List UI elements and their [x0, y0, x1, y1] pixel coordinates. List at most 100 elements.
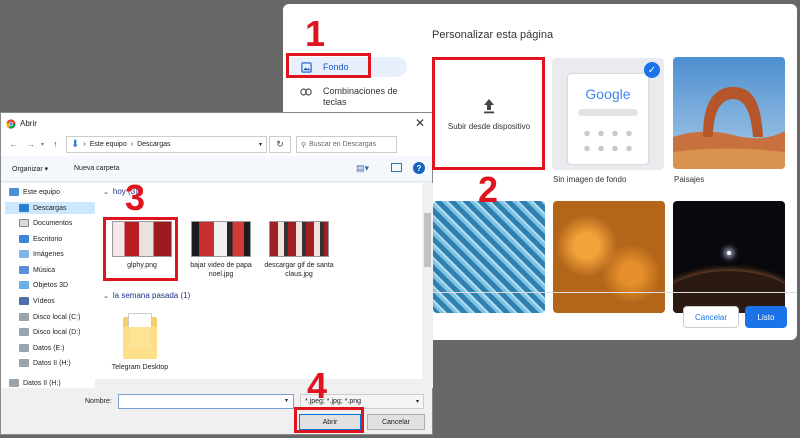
group-label: la semana pasada (1) [112, 291, 191, 300]
dialog-bottom-bar: Nombre: ▾ *.jpeg; *.jpg; *.png ▾ Abrir C… [1, 388, 432, 434]
chrome-icon [6, 118, 16, 129]
tree-item-disco-c[interactable]: Disco local (C:) [19, 313, 80, 321]
landscapes-tile[interactable] [673, 57, 785, 169]
space-tile[interactable] [673, 201, 785, 313]
group-header-semana-pasada[interactable]: ⌄ la semana pasada (1) [103, 291, 190, 300]
view-options-icon[interactable]: ▤▾ [356, 163, 369, 174]
google-logo: Google [585, 86, 631, 102]
back-icon[interactable]: ← [9, 139, 18, 149]
music-icon [19, 266, 29, 274]
close-icon[interactable]: ✕ [415, 116, 425, 130]
tree-item-descargas[interactable]: Descargas [19, 204, 66, 212]
architecture-tile[interactable] [433, 201, 545, 313]
landscape-image [673, 57, 785, 169]
step-number-3: 3 [125, 177, 146, 218]
tree-item-disco-d[interactable]: Disco local (D:) [19, 328, 80, 336]
desktop-icon [19, 235, 29, 243]
drive-icon [19, 344, 29, 352]
file-name: bajar video de papa noel.jpg [190, 262, 252, 278]
google-preview: Google [568, 74, 648, 164]
done-button[interactable]: Listo [745, 306, 787, 328]
tree-item-escritorio[interactable]: Escritorio [19, 235, 62, 243]
folder-icon [123, 313, 157, 359]
cancel-button[interactable]: Cancelar [367, 414, 425, 430]
chevron-down-icon[interactable]: ▾ [41, 141, 44, 148]
link-icon [299, 88, 313, 96]
file-item-telegram[interactable]: Telegram Desktop [105, 313, 175, 372]
file-name: Telegram Desktop [111, 364, 169, 371]
drive-icon [19, 328, 29, 336]
tree-item-videos[interactable]: Vídeos [19, 297, 55, 305]
scrollbar-thumb[interactable] [424, 213, 431, 267]
chevron-down-icon: ▾ [415, 399, 419, 405]
highlight-upload [432, 57, 545, 170]
document-icon [19, 219, 29, 227]
tree-item-musica[interactable]: Música [19, 266, 55, 274]
forward-icon[interactable]: → [26, 139, 35, 149]
help-icon[interactable]: ? [413, 162, 425, 174]
refresh-button[interactable]: ↻ [269, 136, 291, 153]
chevron-down-icon[interactable]: ▾ [285, 397, 288, 404]
3d-objects-icon [19, 281, 29, 289]
tree-label: Objetos 3D [33, 281, 69, 289]
toolbar: Organizar ▾ Nueva carpeta ▤▾ ? [1, 156, 432, 182]
star [727, 251, 731, 255]
filename-input[interactable] [118, 394, 294, 409]
refresh-icon: ↻ [276, 139, 284, 149]
open-file-dialog: Abrir ✕ ← → ▾ ↑ ⬇ › Este equipo › Descar… [0, 112, 433, 435]
horizontal-scrollbar[interactable] [95, 379, 422, 388]
pictures-icon [19, 250, 29, 258]
tree-label: Este equipo [23, 188, 60, 196]
navigation-pane: Este equipo Descargas Documentos Escrito… [1, 183, 95, 388]
file-item-descargar-gif[interactable]: descargar gif de santa claus.jpg [264, 221, 334, 279]
breadcrumb-este-equipo[interactable]: Este equipo [90, 141, 127, 148]
tree-item-datos-h-root[interactable]: Datos II (H:) [9, 379, 61, 387]
sidebar-item-label: Combinaciones de teclas [323, 86, 398, 107]
tree-item-datos-h[interactable]: Datos II (H:) [19, 359, 71, 367]
download-icon [19, 204, 29, 212]
texture-tile[interactable] [553, 201, 665, 313]
no-background-tile[interactable]: Google ✓ [552, 58, 664, 170]
navigation-bar: ← → ▾ ↑ ⬇ › Este equipo › Descargas ▾ ↻ … [1, 134, 432, 156]
tree-item-datos-e[interactable]: Datos (E:) [19, 344, 65, 352]
tree-item-este-equipo[interactable]: Este equipo [9, 188, 60, 196]
sidebar-item-combinaciones[interactable]: Combinaciones de teclas [291, 86, 407, 112]
tree-item-imagenes[interactable]: Imágenes [19, 250, 64, 258]
tree-label: Música [33, 266, 56, 274]
dialog-titlebar: Abrir ✕ [1, 113, 432, 134]
tree-label: Vídeos [33, 297, 55, 305]
breadcrumb-separator: › [130, 141, 134, 148]
highlight-open-button [294, 407, 364, 433]
file-thumbnail [269, 221, 329, 257]
drive-icon [19, 313, 29, 321]
tree-label: Datos II (H:) [33, 359, 71, 367]
chevron-down-icon: ⌄ [103, 188, 109, 196]
tree-item-documentos[interactable]: Documentos [19, 219, 72, 227]
address-bar[interactable]: ⬇ › Este equipo › Descargas ▾ [66, 136, 267, 153]
computer-icon [9, 188, 19, 196]
check-icon: ✓ [644, 62, 660, 78]
dialog-title: Personalizar esta página [432, 29, 554, 41]
search-icon: ⚲ [301, 141, 307, 149]
tree-label: Datos II (H:) [23, 379, 61, 387]
vertical-scrollbar[interactable] [422, 183, 433, 388]
tree-label: Disco local (C:) [33, 313, 81, 321]
tree-label: Documentos [33, 219, 73, 227]
up-icon[interactable]: ↑ [53, 139, 58, 149]
filename-label: Nombre: [85, 398, 112, 405]
search-placeholder: Buscar en Descargas [309, 141, 377, 148]
chevron-down-icon[interactable]: ▾ [259, 141, 262, 148]
highlight-fondo [286, 53, 371, 78]
step-number-4: 4 [307, 365, 328, 406]
file-item-bajar-video[interactable]: bajar video de papa noel.jpg [186, 221, 256, 279]
organize-button[interactable]: Organizar ▾ [12, 165, 48, 173]
breadcrumb-descargas[interactable]: Descargas [137, 141, 170, 148]
new-folder-button[interactable]: Nueva carpeta [74, 165, 120, 172]
tree-label: Descargas [33, 204, 67, 212]
tree-item-objetos-3d[interactable]: Objetos 3D [19, 281, 68, 289]
cancel-button[interactable]: Cancelar [683, 306, 739, 328]
video-icon [19, 297, 29, 305]
preview-pane-icon[interactable] [391, 163, 402, 172]
highlight-file [103, 217, 178, 281]
search-input[interactable]: ⚲ Buscar en Descargas [296, 136, 397, 153]
